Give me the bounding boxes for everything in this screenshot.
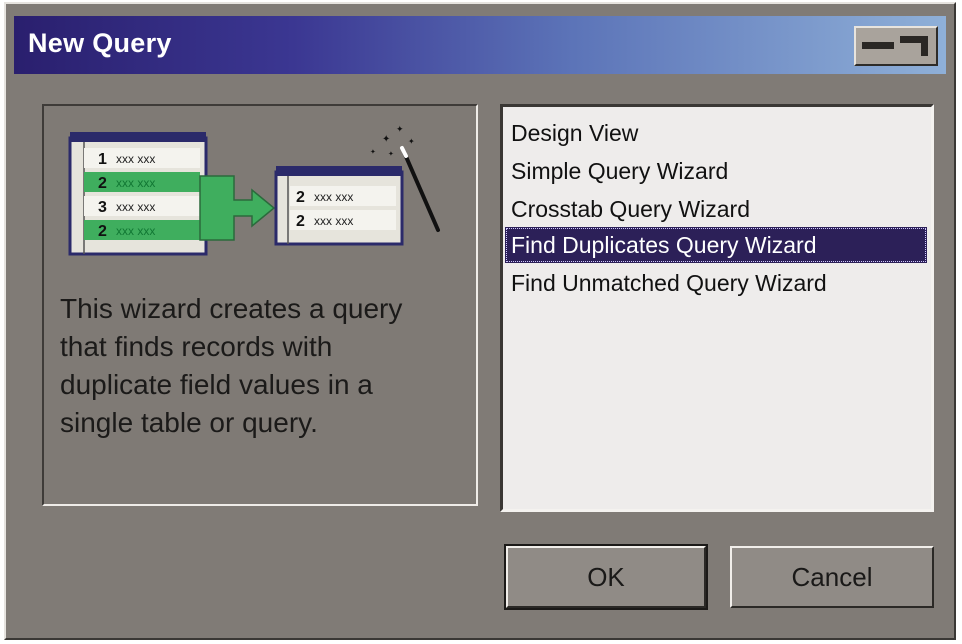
source-row-number: 1 (98, 151, 107, 168)
result-row-number: 2 (296, 213, 305, 230)
wizard-description: This wizard creates a query that finds r… (60, 293, 403, 438)
result-table-icon: 2 xxx xxx 2 xxx xxx (274, 166, 404, 246)
svg-text:✦: ✦ (408, 137, 415, 146)
result-row-number: 2 (296, 189, 305, 206)
source-row-number: 2 (98, 175, 107, 192)
list-item-find-duplicates-query-wizard[interactable]: Find Duplicates Query Wizard (505, 227, 927, 263)
find-duplicates-illustration: 1 xxx xxx 2 xxx xxx 3 xxx xxx 2 xxx xxx … (68, 125, 440, 256)
query-type-list[interactable]: Design View Simple Query Wizard Crosstab… (500, 104, 934, 512)
result-row-text: xxx xxx (314, 190, 353, 204)
list-item-simple-query-wizard[interactable]: Simple Query Wizard (505, 153, 927, 189)
close-button[interactable] (854, 26, 938, 66)
list-item-crosstab-query-wizard[interactable]: Crosstab Query Wizard (505, 191, 927, 227)
table-icon: 1 xxx xxx 2 xxx xxx 3 xxx xxx 2 xxx xxx (68, 132, 208, 256)
source-row-number: 3 (98, 199, 107, 216)
svg-text:✦: ✦ (388, 150, 394, 158)
title-bar[interactable]: New Query (14, 16, 946, 74)
svg-text:✦: ✦ (370, 148, 376, 156)
cancel-button[interactable]: Cancel (730, 546, 934, 608)
list-item-find-unmatched-query-wizard[interactable]: Find Unmatched Query Wizard (505, 265, 927, 301)
wizard-preview-panel: 1 xxx xxx 2 xxx xxx 3 xxx xxx 2 xxx xxx … (42, 104, 478, 506)
source-row-text: xxx xxx (116, 176, 155, 190)
close-icon (862, 42, 894, 49)
source-row-text: xxx xxx (116, 224, 155, 238)
svg-text:✦: ✦ (396, 125, 404, 135)
source-row-text: xxx xxx (116, 200, 155, 214)
source-row-number: 2 (98, 223, 107, 240)
svg-text:✦: ✦ (382, 134, 390, 145)
source-row-text: xxx xxx (116, 152, 155, 166)
result-row-text: xxx xxx (314, 214, 353, 228)
dialog-title: New Query (28, 28, 172, 58)
list-item-design-view[interactable]: Design View (505, 115, 927, 151)
arrow-icon (199, 175, 276, 241)
ok-button[interactable]: OK (504, 544, 708, 610)
